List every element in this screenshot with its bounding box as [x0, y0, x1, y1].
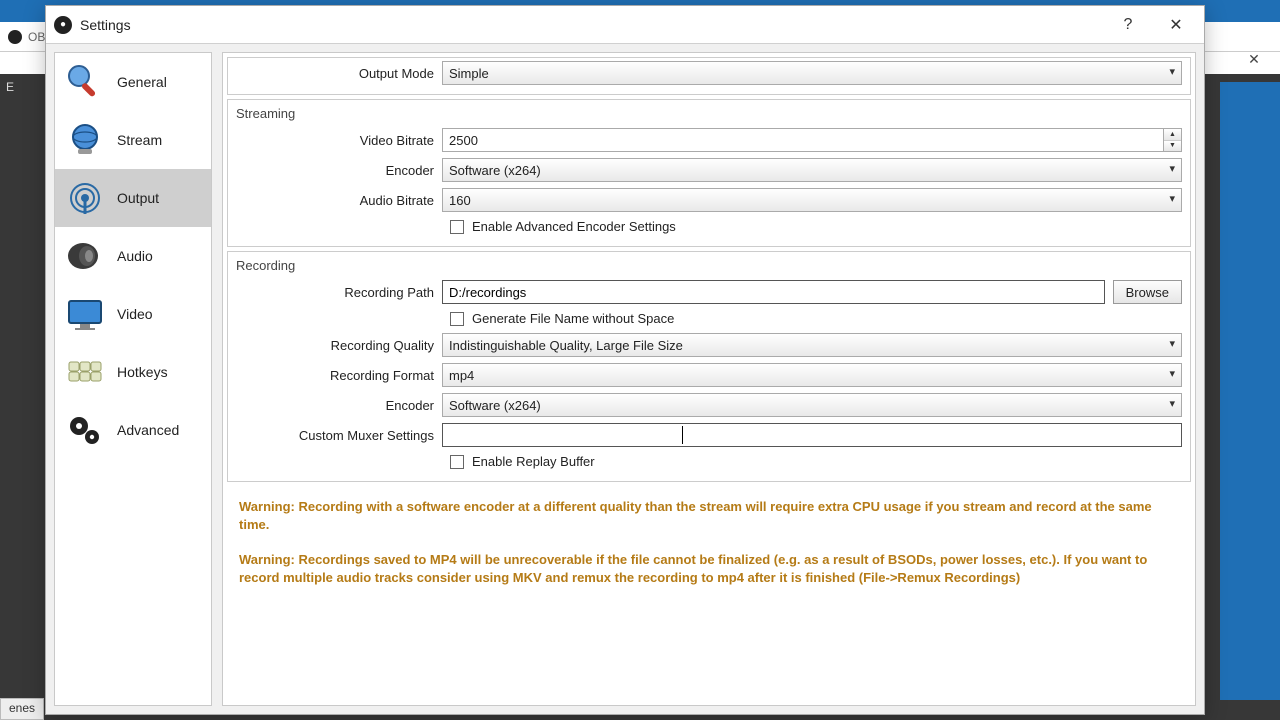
bg-desktop-strip [1220, 82, 1280, 700]
spin-up-icon[interactable]: ▲ [1164, 129, 1181, 141]
help-button[interactable]: ? [1108, 10, 1148, 40]
sidebar-item-label: General [117, 74, 167, 90]
muxer-input[interactable] [442, 423, 1182, 447]
recording-path-input[interactable] [442, 280, 1105, 304]
output-settings-panel: Output Mode Simple Streaming Video Bitra… [222, 52, 1196, 706]
browse-button[interactable]: Browse [1113, 280, 1182, 304]
dialog-titlebar: ● Settings ? ✕ [46, 6, 1204, 44]
dialog-title: Settings [80, 17, 131, 33]
wrench-icon [63, 60, 107, 104]
monitor-icon [63, 292, 107, 336]
sidebar-item-general[interactable]: General [55, 53, 211, 111]
sidebar-item-stream[interactable]: Stream [55, 111, 211, 169]
replay-buffer-checkbox[interactable] [450, 455, 464, 469]
broadcast-icon [63, 176, 107, 220]
enable-advanced-encoder-label: Enable Advanced Encoder Settings [472, 219, 676, 234]
sidebar-item-audio[interactable]: Audio [55, 227, 211, 285]
enable-advanced-encoder-checkbox[interactable] [450, 220, 464, 234]
sidebar-item-video[interactable]: Video [55, 285, 211, 343]
speaker-icon [63, 234, 107, 278]
bg-close-button[interactable]: ✕ [1234, 44, 1274, 74]
recording-format-select[interactable]: mp4 [442, 363, 1182, 387]
recording-path-label: Recording Path [228, 285, 442, 300]
video-bitrate-input[interactable]: 2500 ▲▼ [442, 128, 1182, 152]
sidebar-item-label: Hotkeys [117, 364, 168, 380]
spin-down-icon[interactable]: ▼ [1164, 141, 1181, 152]
gen-filename-checkbox[interactable] [450, 312, 464, 326]
obs-icon: ● [54, 16, 72, 34]
stream-encoder-select[interactable]: Software (x264) [442, 158, 1182, 182]
warning-cpu: Warning: Recording with a software encod… [227, 494, 1191, 537]
sidebar-item-label: Output [117, 190, 159, 206]
sidebar-item-advanced[interactable]: Advanced [55, 401, 211, 459]
muxer-label: Custom Muxer Settings [228, 428, 442, 443]
bg-menu[interactable]: E [4, 74, 16, 100]
globe-icon [63, 118, 107, 162]
output-mode-select[interactable]: Simple [442, 61, 1182, 85]
settings-dialog: ● Settings ? ✕ General Stream [45, 5, 1205, 715]
replay-buffer-label: Enable Replay Buffer [472, 454, 595, 469]
close-button[interactable]: ✕ [1156, 10, 1196, 40]
recording-quality-label: Recording Quality [228, 338, 442, 353]
recording-group-title: Recording [228, 252, 1190, 277]
warning-mp4: Warning: Recordings saved to MP4 will be… [227, 547, 1191, 590]
recording-format-label: Recording Format [228, 368, 442, 383]
sidebar-item-output[interactable]: Output [55, 169, 211, 227]
recording-encoder-select[interactable]: Software (x264) [442, 393, 1182, 417]
gen-filename-label: Generate File Name without Space [472, 311, 674, 326]
audio-bitrate-select[interactable]: 160 [442, 188, 1182, 212]
recording-encoder-label: Encoder [228, 398, 442, 413]
bg-scenes-tab[interactable]: enes [0, 698, 44, 720]
settings-sidebar: General Stream Output Audio [54, 52, 212, 706]
sidebar-item-label: Video [117, 306, 153, 322]
streaming-group-title: Streaming [228, 100, 1190, 125]
gears-icon [63, 408, 107, 452]
keyboard-icon [63, 350, 107, 394]
sidebar-item-label: Audio [117, 248, 153, 264]
obs-logo-icon [8, 30, 22, 44]
video-bitrate-label: Video Bitrate [228, 133, 442, 148]
recording-quality-select[interactable]: Indistinguishable Quality, Large File Si… [442, 333, 1182, 357]
stream-encoder-label: Encoder [228, 163, 442, 178]
audio-bitrate-label: Audio Bitrate [228, 193, 442, 208]
sidebar-item-hotkeys[interactable]: Hotkeys [55, 343, 211, 401]
output-mode-label: Output Mode [228, 66, 442, 81]
sidebar-item-label: Stream [117, 132, 162, 148]
sidebar-item-label: Advanced [117, 422, 179, 438]
